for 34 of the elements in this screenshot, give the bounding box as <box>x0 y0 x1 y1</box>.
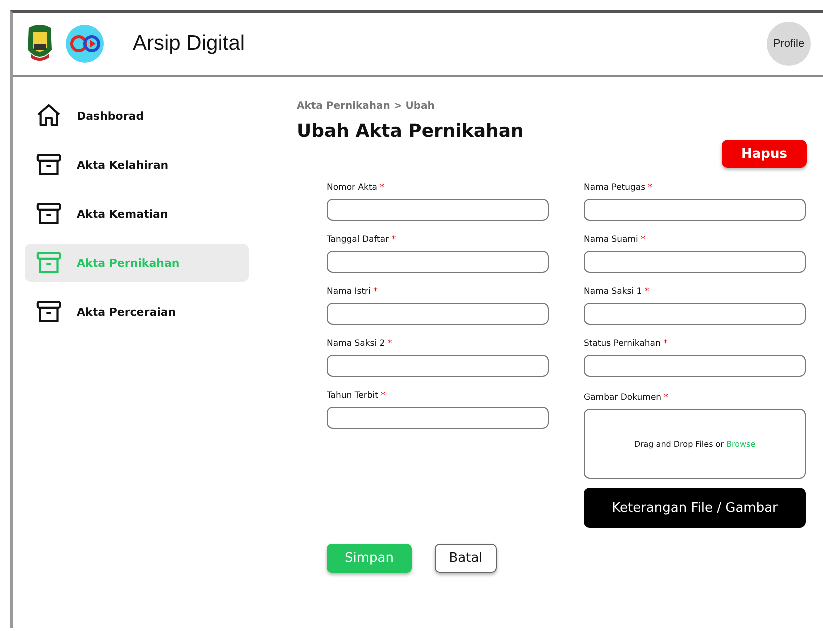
sidebar-item[interactable]: Akta Kelahiran <box>25 146 249 184</box>
drop-hint: Drag and Drop Files or Browse <box>634 440 756 448</box>
page-title: Ubah Akta Pernikahan <box>297 121 525 142</box>
field-label: Tanggal Daftar * <box>327 235 398 246</box>
input-field[interactable] <box>584 199 806 221</box>
field-label: Tahun Terbit * <box>327 391 386 402</box>
field-label: Gambar Dokumen * <box>584 393 670 404</box>
emblem-logo <box>25 24 55 64</box>
field-label: Nama Istri * <box>327 287 379 298</box>
file-description-button[interactable]: Keterangan File / Gambar <box>584 488 806 528</box>
sidebar-item[interactable]: Dashborad <box>25 97 249 135</box>
profile-button[interactable]: Profile <box>767 22 811 66</box>
field-label: Nama Saksi 1 * <box>584 287 650 298</box>
field-label: Nomor Akta * <box>327 183 386 194</box>
sidebar-item[interactable]: Akta Kematian <box>25 195 249 233</box>
breadcrumb: Akta Pernikahan > Ubah <box>297 101 436 112</box>
file-drop-zone[interactable]: Drag and Drop Files or Browse <box>584 409 806 479</box>
input-field[interactable] <box>327 355 549 377</box>
round-logo <box>65 24 105 64</box>
field-label: Nama Petugas * <box>584 183 654 194</box>
input-field[interactable] <box>584 251 806 273</box>
field-label: Nama Suami * <box>584 235 646 246</box>
input-field[interactable] <box>327 407 549 429</box>
input-field[interactable] <box>327 303 549 325</box>
sidebar-item[interactable]: Akta Perceraian <box>25 293 249 331</box>
app-title: Arsip Digital <box>133 32 246 56</box>
input-field[interactable] <box>584 303 806 325</box>
input-field[interactable] <box>327 251 549 273</box>
delete-button[interactable]: Hapus <box>722 140 807 168</box>
input-field[interactable] <box>584 355 806 377</box>
field-label: Status Pernikahan * <box>584 339 669 350</box>
cancel-button[interactable]: Batal <box>435 544 497 573</box>
input-field[interactable] <box>327 199 549 221</box>
field-label: Nama Saksi 2 * <box>327 339 394 350</box>
